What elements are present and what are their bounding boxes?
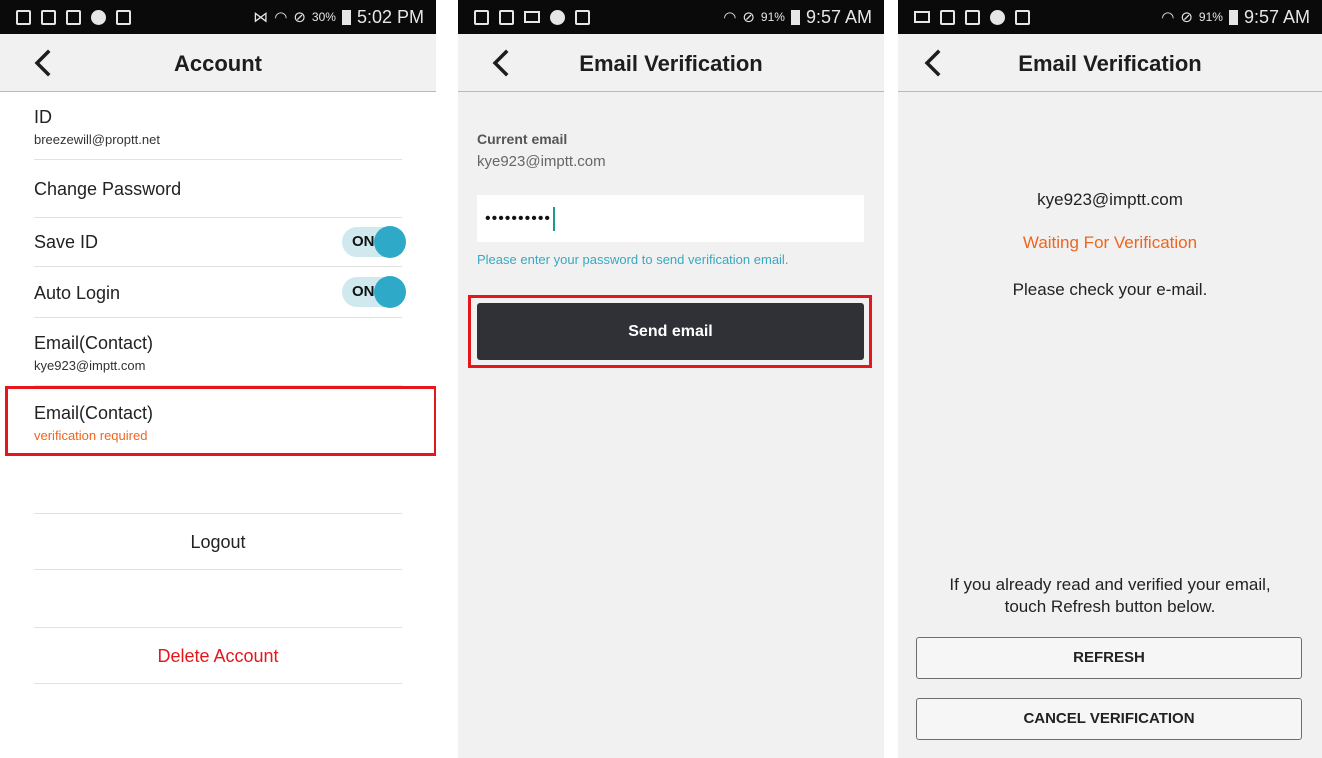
wifi-icon: ◠ <box>723 9 737 26</box>
clock: 5:02 PM <box>356 6 424 27</box>
status-right: ◠ ⊘ 91% 9:57 AM <box>723 7 872 28</box>
email-contact-item[interactable]: Email(Contact) kye923@imptt.com <box>34 318 402 386</box>
auto-login-item: Auto Login ON <box>34 267 406 318</box>
blocked-icon: ⊘ <box>1180 9 1193 26</box>
auto-login-label: Auto Login <box>34 283 121 303</box>
text-cursor <box>553 206 556 231</box>
verification-status: verification required <box>34 428 148 443</box>
notification-icons <box>16 9 131 25</box>
voicemail-icon <box>965 9 980 25</box>
status-right: ⋈ ◠ ⊘ 30% 5:02 PM <box>253 7 424 28</box>
status-bar: ◠ ⊘ 91% 9:57 AM <box>458 0 884 34</box>
blocked-icon: ⊘ <box>293 9 306 26</box>
do-not-disturb-icon <box>91 9 106 25</box>
mail-icon <box>524 11 540 23</box>
clipboard-icon <box>575 9 590 25</box>
email-contact-verify-item[interactable]: Email(Contact) verification required <box>34 386 402 454</box>
clock: 9:57 AM <box>805 6 872 27</box>
email-verification-form-screen: ◠ ⊘ 91% 9:57 AM Email Verification Curre… <box>458 0 884 758</box>
verification-status: Waiting For Verification <box>1022 233 1198 252</box>
refresh-note-line-1: If you already read and verified your em… <box>949 575 1271 594</box>
image-icon <box>66 9 81 25</box>
clipboard-icon <box>116 9 131 25</box>
check-circle-icon <box>550 9 565 25</box>
change-password-item[interactable]: Change Password <box>34 160 402 218</box>
notification-icons <box>474 9 590 25</box>
battery-icon <box>1228 9 1238 25</box>
clock: 9:57 AM <box>1243 6 1310 27</box>
battery-icon <box>790 9 800 25</box>
current-email-value: kye923@imptt.com <box>477 153 606 170</box>
app-bar: Account <box>0 34 436 92</box>
pending-email: kye923@imptt.com <box>1037 190 1183 209</box>
page-title: Email Verification <box>579 51 763 76</box>
gallery-icon <box>940 9 955 25</box>
page-title: Email Verification <box>1018 51 1202 76</box>
send-email-button[interactable]: Send email <box>477 303 864 360</box>
check-email-instruction: Please check your e-mail. <box>1012 280 1208 299</box>
email-verification-waiting-screen: ◠ ⊘ 91% 9:57 AM Email Verification kye92… <box>898 0 1322 758</box>
email-contact-label: Email(Contact) <box>34 403 154 423</box>
email-contact-value: kye923@imptt.com <box>34 358 146 373</box>
wifi-icon: ◠ <box>1161 9 1175 26</box>
battery-icon <box>341 9 351 25</box>
toggle-knob <box>374 226 406 258</box>
list-item-id: ID breezewill@proptt.net <box>34 92 402 160</box>
gallery-icon <box>16 9 31 25</box>
password-input[interactable]: •••••••••• <box>477 195 864 242</box>
page-title: Account <box>174 51 262 76</box>
password-hint: Please enter your password to send verif… <box>477 252 789 267</box>
save-id-label: Save ID <box>34 232 99 252</box>
toggle-knob <box>374 276 406 308</box>
account-screen: ⋈ ◠ ⊘ 30% 5:02 PM Account ID breezewill@… <box>0 0 436 758</box>
cancel-verification-button[interactable]: CANCEL VERIFICATION <box>916 698 1302 740</box>
app-bar: Email Verification <box>458 34 884 92</box>
notification-icons <box>914 9 1030 25</box>
wifi-icon: ◠ <box>274 9 288 26</box>
mute-icon: ⋈ <box>253 9 269 26</box>
battery-percent: 30% <box>311 10 336 24</box>
password-value: •••••••••• <box>485 210 552 227</box>
gallery-icon <box>474 9 489 25</box>
status-bar: ⋈ ◠ ⊘ 30% 5:02 PM <box>0 0 436 34</box>
delete-account-button[interactable]: Delete Account <box>34 627 402 684</box>
voicemail-icon <box>499 9 514 25</box>
logout-button[interactable]: Logout <box>34 513 402 570</box>
email-contact-label: Email(Contact) <box>34 333 154 353</box>
refresh-button[interactable]: REFRESH <box>916 637 1302 679</box>
id-value: breezewill@proptt.net <box>34 132 160 147</box>
check-circle-icon <box>990 9 1005 25</box>
voicemail-icon <box>41 9 56 25</box>
mail-icon <box>914 11 930 23</box>
refresh-note-line-2: touch Refresh button below. <box>1004 597 1216 616</box>
id-label: ID <box>34 107 52 127</box>
current-email-label: Current email <box>477 131 568 147</box>
battery-percent: 91% <box>1198 10 1223 24</box>
auto-login-toggle[interactable]: ON <box>342 276 406 308</box>
battery-percent: 91% <box>760 10 785 24</box>
save-id-toggle[interactable]: ON <box>342 226 406 258</box>
status-bar: ◠ ⊘ 91% 9:57 AM <box>898 0 1322 34</box>
app-bar: Email Verification <box>898 34 1322 92</box>
toggle-state: ON <box>352 233 375 250</box>
toggle-state: ON <box>352 283 375 300</box>
status-right: ◠ ⊘ 91% 9:57 AM <box>1161 7 1310 28</box>
clipboard-icon <box>1015 9 1030 25</box>
save-id-item: Save ID ON <box>34 218 406 267</box>
change-password-label: Change Password <box>34 179 182 199</box>
blocked-icon: ⊘ <box>742 9 755 26</box>
